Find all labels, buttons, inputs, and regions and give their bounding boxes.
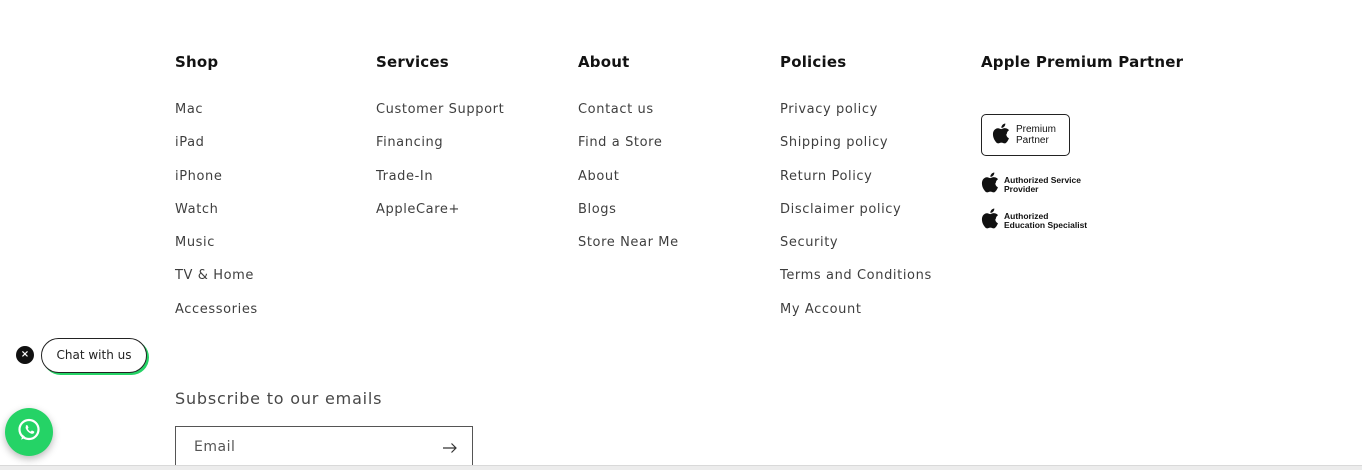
premium-partner-badge: Premium Partner xyxy=(981,114,1070,156)
footer-link-financing[interactable]: Financing xyxy=(376,131,504,164)
footer-link-mac[interactable]: Mac xyxy=(175,98,258,131)
footer-column-shop: Shop Mac iPad iPhone Watch Music TV & Ho… xyxy=(175,50,258,331)
whatsapp-icon xyxy=(16,417,42,447)
footer-link-contact-us[interactable]: Contact us xyxy=(578,98,679,131)
footer-column-partner: Apple Premium Partner xyxy=(981,50,1183,74)
arrow-right-icon[interactable] xyxy=(442,440,458,456)
email-field-wrapper xyxy=(175,426,473,468)
footer-link-watch[interactable]: Watch xyxy=(175,198,258,231)
apple-logo-icon xyxy=(981,172,999,197)
footer-link-ipad[interactable]: iPad xyxy=(175,131,258,164)
footer-link-my-account[interactable]: My Account xyxy=(780,298,932,331)
footer-link-return-policy[interactable]: Return Policy xyxy=(780,165,932,198)
footer-link-tv-home[interactable]: TV & Home xyxy=(175,264,258,297)
footer-link-find-a-store[interactable]: Find a Store xyxy=(578,131,679,164)
column-heading-services: Services xyxy=(376,53,449,71)
footer-link-disclaimer-policy[interactable]: Disclaimer policy xyxy=(780,198,932,231)
badge-line-1: Premium xyxy=(1016,124,1057,135)
apple-logo-icon xyxy=(992,123,1010,148)
column-heading-policies: Policies xyxy=(780,53,847,71)
footer-link-shipping-policy[interactable]: Shipping policy xyxy=(780,131,932,164)
subscribe-heading: Subscribe to our emails xyxy=(175,389,383,408)
badge-line-2: Provider xyxy=(1004,183,1039,194)
column-heading-about: About xyxy=(578,53,630,71)
footer-link-accessories[interactable]: Accessories xyxy=(175,298,258,331)
footer-column-services: Services Customer Support Financing Trad… xyxy=(376,50,504,231)
footer-link-blogs[interactable]: Blogs xyxy=(578,198,679,231)
chat-with-us-button[interactable]: Chat with us xyxy=(41,338,147,373)
education-specialist-badge: Authorized Education Specialist xyxy=(981,208,1087,233)
footer-link-applecare[interactable]: AppleCare+ xyxy=(376,198,504,231)
footer-link-store-near-me[interactable]: Store Near Me xyxy=(578,231,679,264)
services-links: Customer Support Financing Trade-In Appl… xyxy=(376,98,504,231)
apple-logo-icon xyxy=(981,208,999,233)
shop-links: Mac iPad iPhone Watch Music TV & Home Ac… xyxy=(175,98,258,331)
footer-link-iphone[interactable]: iPhone xyxy=(175,165,258,198)
footer-link-trade-in[interactable]: Trade-In xyxy=(376,165,504,198)
footer-link-terms[interactable]: Terms and Conditions xyxy=(780,264,932,297)
email-input[interactable] xyxy=(194,439,424,455)
column-heading-partner: Apple Premium Partner xyxy=(981,53,1184,71)
about-links: Contact us Find a Store About Blogs Stor… xyxy=(578,98,679,264)
chat-close-button[interactable]: × xyxy=(16,346,34,364)
footer-link-music[interactable]: Music xyxy=(175,231,258,264)
footer-link-customer-support[interactable]: Customer Support xyxy=(376,98,504,131)
policies-links: Privacy policy Shipping policy Return Po… xyxy=(780,98,932,331)
whatsapp-button[interactable] xyxy=(5,408,53,456)
page-bottom-divider xyxy=(0,465,1362,470)
footer-column-policies: Policies Privacy policy Shipping policy … xyxy=(780,50,932,331)
badge-line-2: Education Specialist xyxy=(1004,219,1088,230)
badge-line-2: Partner xyxy=(1016,135,1049,146)
footer-link-about[interactable]: About xyxy=(578,165,679,198)
footer-link-privacy-policy[interactable]: Privacy policy xyxy=(780,98,932,131)
authorized-service-badge: Authorized Service Provider xyxy=(981,172,1081,197)
footer-link-security[interactable]: Security xyxy=(780,231,932,264)
footer-column-about: About Contact us Find a Store About Blog… xyxy=(578,50,679,264)
column-heading-shop: Shop xyxy=(175,53,219,71)
